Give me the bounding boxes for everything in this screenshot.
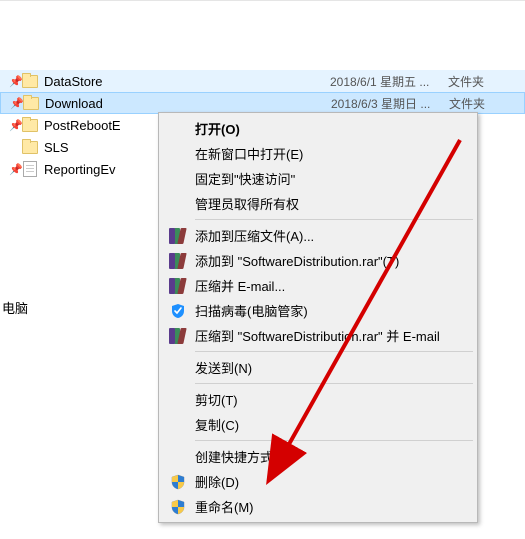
menu-open-new-window[interactable]: 在新窗口中打开(E)	[161, 141, 475, 166]
uac-shield-icon	[167, 498, 189, 516]
folder-icon	[20, 75, 40, 88]
file-name: DataStore	[40, 74, 330, 89]
shield-icon	[167, 302, 189, 320]
menu-open[interactable]: 打开(O)	[161, 116, 475, 141]
winrar-icon	[167, 227, 189, 245]
sidebar-label: 电脑	[2, 298, 28, 317]
file-type: 文件夹	[448, 73, 508, 90]
menu-delete[interactable]: 删除(D)	[161, 469, 475, 494]
winrar-icon	[167, 327, 189, 345]
file-type: 文件夹	[449, 95, 509, 112]
menu-separator	[195, 440, 473, 441]
menu-copy[interactable]: 复制(C)	[161, 412, 475, 437]
winrar-icon	[167, 252, 189, 270]
file-date: 2018/6/3 星期日 ...	[331, 95, 449, 112]
winrar-icon	[167, 277, 189, 295]
menu-compress-email[interactable]: 压缩并 E-mail...	[161, 273, 475, 298]
file-icon	[20, 161, 40, 177]
menu-create-shortcut[interactable]: 创建快捷方式(S)	[161, 444, 475, 469]
menu-cut[interactable]: 剪切(T)	[161, 387, 475, 412]
menu-add-to-rar[interactable]: 添加到 "SoftwareDistribution.rar"(T)	[161, 248, 475, 273]
menu-compress-rar-email[interactable]: 压缩到 "SoftwareDistribution.rar" 并 E-mail	[161, 323, 475, 348]
menu-pin-quick-access[interactable]: 固定到"快速访问"	[161, 166, 475, 191]
folder-icon	[20, 119, 40, 132]
file-row[interactable]: 📌 DataStore 2018/6/1 星期五 ... 文件夹	[0, 70, 525, 92]
file-name: Download	[41, 96, 331, 111]
menu-scan-virus[interactable]: 扫描病毒(电脑管家)	[161, 298, 475, 323]
menu-send-to[interactable]: 发送到(N)	[161, 355, 475, 380]
menu-separator	[195, 219, 473, 220]
menu-add-archive[interactable]: 添加到压缩文件(A)...	[161, 223, 475, 248]
file-date: 2018/6/1 星期五 ...	[330, 73, 448, 90]
folder-icon	[21, 97, 41, 110]
folder-icon	[20, 141, 40, 154]
menu-separator	[195, 351, 473, 352]
file-row[interactable]: 📌 Download 2018/6/3 星期日 ... 文件夹	[0, 92, 525, 114]
uac-shield-icon	[167, 473, 189, 491]
menu-separator	[195, 383, 473, 384]
menu-admin-perm[interactable]: 管理员取得所有权	[161, 191, 475, 216]
context-menu: 打开(O) 在新窗口中打开(E) 固定到"快速访问" 管理员取得所有权 添加到压…	[158, 112, 478, 523]
menu-rename[interactable]: 重命名(M)	[161, 494, 475, 519]
